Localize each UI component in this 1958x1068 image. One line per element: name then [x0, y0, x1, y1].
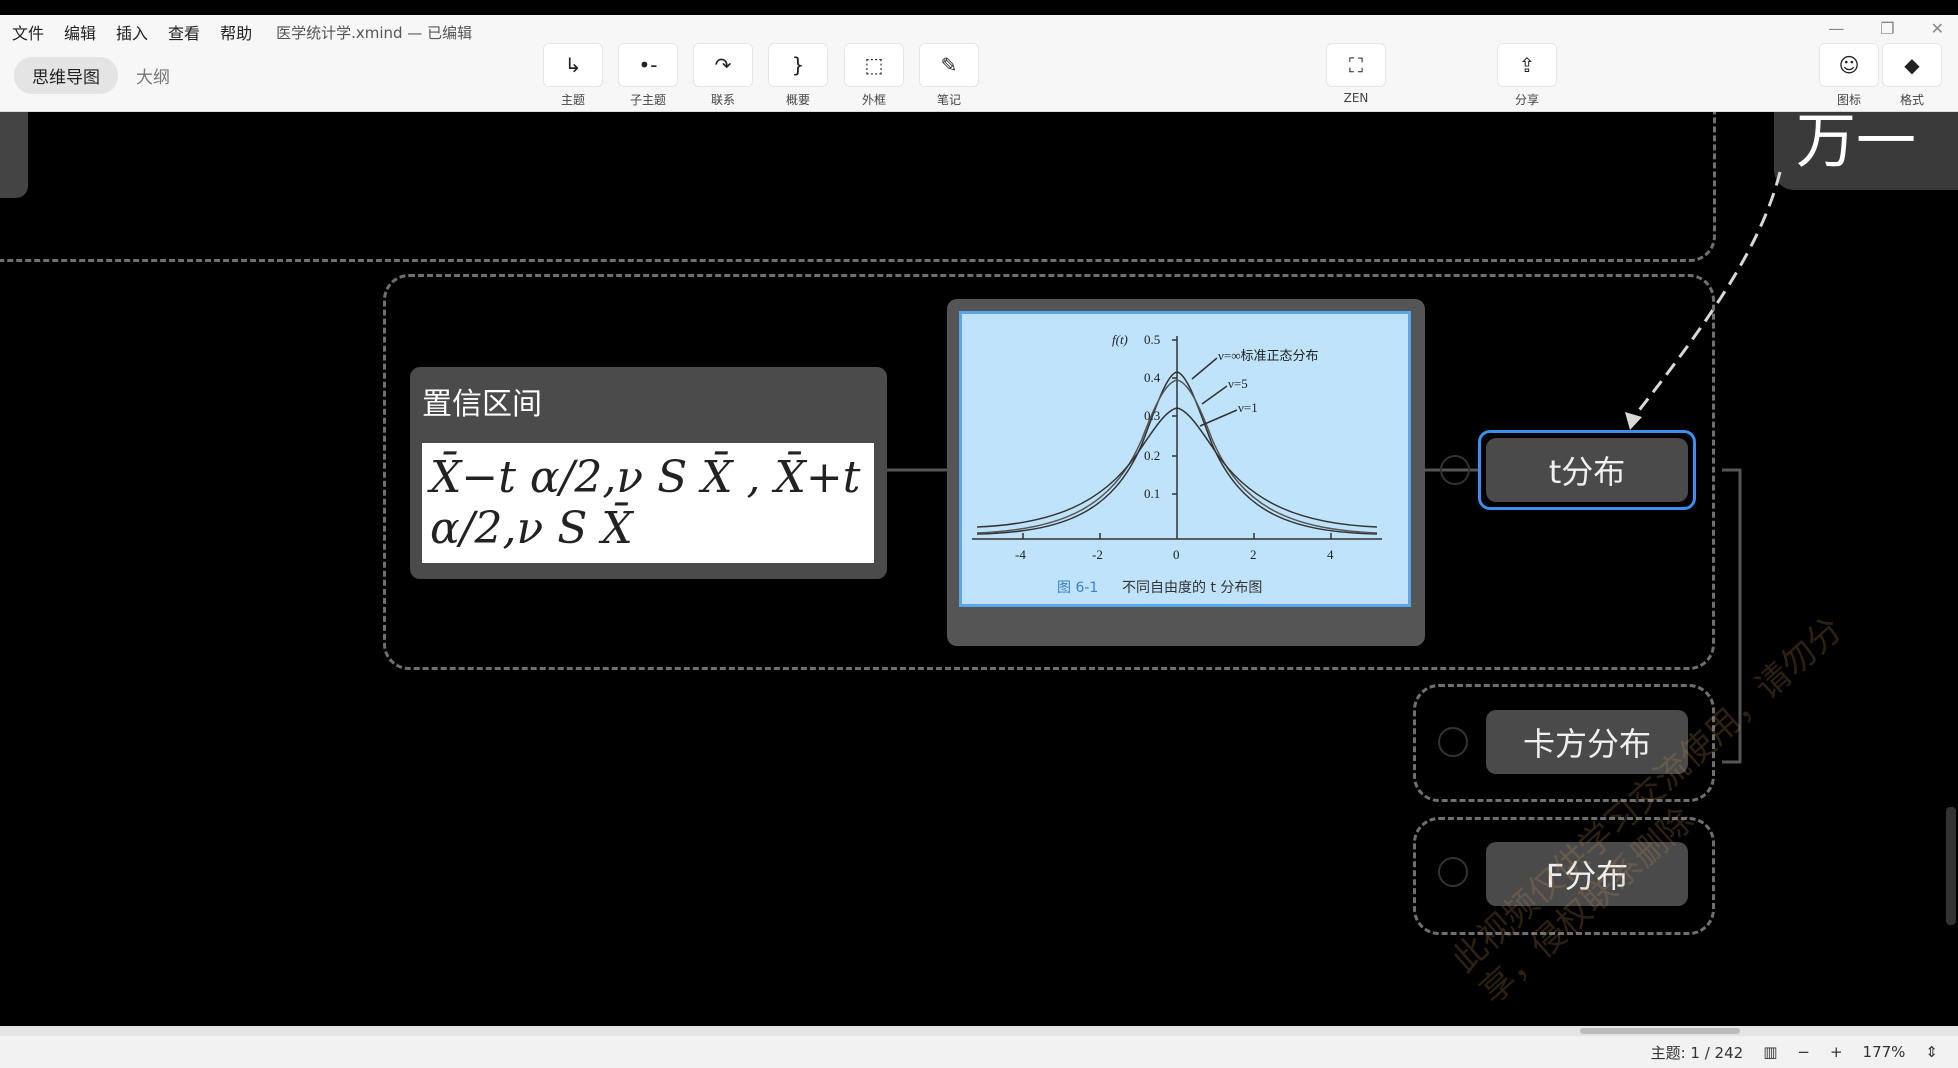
format-panel-button[interactable]: ◆ 格式: [1881, 43, 1943, 108]
view-mode-switch: 思维导图 大纲: [14, 56, 182, 94]
confidence-interval-formula: X̄−t α/2,ν S X̄ , X̄+t α/2,ν S X̄: [422, 443, 874, 563]
minimize-button[interactable]: —: [1828, 19, 1844, 38]
subtopic-icon: •-: [618, 43, 678, 87]
menu-bar: 文件 编辑 插入 查看 帮助 医学统计学.xmind — 已编辑: [12, 19, 472, 45]
zen-icon: ⛶: [1326, 43, 1386, 87]
curve-label-v1: ν=1: [1238, 400, 1258, 415]
mindmap-canvas[interactable]: 万一 置信区间 X̄−t α/2,ν S X̄ , X̄+t α/2,ν S X…: [0, 112, 1958, 1026]
x-tick: 4: [1327, 547, 1334, 562]
share-label: 分享: [1514, 93, 1539, 107]
t-distribution-figure: f(t) 0.5 0.4 0.3 0.2 0.1 -4 -2 0 2 4 ν=∞…: [959, 311, 1411, 607]
restore-button[interactable]: ❐: [1880, 19, 1894, 38]
zen-label: ZEN: [1343, 91, 1369, 105]
relationship-button[interactable]: ↷ 联系: [692, 43, 754, 108]
format-icon: ◆: [1882, 43, 1942, 87]
y-tick: 0.1: [1144, 486, 1160, 501]
zoom-out-button[interactable]: −: [1797, 1043, 1810, 1061]
topic-button[interactable]: ↳ 主题: [542, 43, 604, 108]
y-axis-label: f(t): [1112, 332, 1128, 347]
status-bar: 主题: 1 / 242 ▥ − + 177% ⇕: [0, 1036, 1958, 1068]
mindmap-mode-tab[interactable]: 思维导图: [14, 56, 118, 94]
share-icon: ⇪: [1497, 43, 1557, 87]
note-label: 笔记: [936, 93, 961, 107]
x-tick: 2: [1250, 547, 1257, 562]
map-icon[interactable]: ▥: [1763, 1043, 1777, 1061]
curve-label-v5: ν=5: [1228, 376, 1248, 391]
x-tick: -2: [1092, 547, 1103, 562]
close-button[interactable]: ✕: [1931, 19, 1944, 38]
window-controls: — ❐ ✕: [1828, 19, 1944, 38]
horizontal-scrollbar[interactable]: [0, 1026, 1958, 1036]
figure-caption-text: 不同自由度的 t 分布图: [1122, 580, 1262, 596]
subtopic-button[interactable]: •- 子主题: [617, 43, 679, 108]
share-button[interactable]: ⇪ 分享: [1496, 43, 1558, 108]
chi-square-topic[interactable]: 卡方分布: [1486, 710, 1688, 774]
topic-count: 主题: 1 / 242: [1650, 1043, 1744, 1062]
menu-view[interactable]: 查看: [168, 20, 200, 44]
topic-icon: ↳: [543, 43, 603, 87]
emoji-panel-label: 图标: [1836, 93, 1861, 107]
y-tick: 0.2: [1144, 448, 1160, 463]
t-distribution-topic[interactable]: t分布: [1486, 438, 1688, 502]
curve-label-normal: ν=∞标准正态分布: [1218, 348, 1318, 363]
document-title: 医学统计学.xmind — 已编辑: [276, 23, 473, 42]
summary-button[interactable]: } 概要: [767, 43, 829, 108]
top-strip: [0, 0, 1958, 15]
f-distribution-topic[interactable]: F分布: [1486, 842, 1688, 906]
format-panel-label: 格式: [1899, 93, 1924, 107]
emoji-panel-button[interactable]: ☺ 图标: [1818, 43, 1880, 108]
figure-caption-number: 图 6-1: [1057, 580, 1098, 596]
outline-mode-tab[interactable]: 大纲: [124, 57, 182, 94]
x-tick: -4: [1015, 547, 1026, 562]
summary-label: 概要: [785, 93, 810, 107]
menu-edit[interactable]: 编辑: [64, 20, 96, 44]
y-tick: 0.4: [1144, 370, 1161, 385]
relationship-icon: ↷: [693, 43, 753, 87]
zoom-level: 177%: [1862, 1043, 1906, 1061]
emoji-icon: ☺: [1819, 43, 1879, 87]
confidence-interval-node[interactable]: 置信区间 X̄−t α/2,ν S X̄ , X̄+t α/2,ν S X̄: [410, 367, 887, 579]
vertical-scroll-indicator[interactable]: [1946, 807, 1956, 925]
y-tick: 0.5: [1144, 332, 1160, 347]
horizontal-scroll-thumb[interactable]: [1580, 1028, 1740, 1034]
note-icon: ✎: [919, 43, 979, 87]
boundary-icon: ⬚: [844, 43, 904, 87]
menu-insert[interactable]: 插入: [116, 20, 148, 44]
summary-icon: }: [768, 43, 828, 87]
boundary-button[interactable]: ⬚ 外框: [843, 43, 905, 108]
y-tick: 0.3: [1144, 408, 1160, 423]
relationship-label: 联系: [710, 93, 735, 107]
menu-help[interactable]: 帮助: [220, 20, 252, 44]
subtopic-label: 子主题: [629, 93, 666, 107]
t-distribution-graph: f(t) 0.5 0.4 0.3 0.2 0.1 -4 -2 0 2 4 ν=∞…: [972, 332, 1382, 596]
topic-label: 主题: [560, 93, 585, 107]
confidence-interval-title: 置信区间: [422, 387, 542, 422]
zoom-stepper-icon[interactable]: ⇕: [1925, 1043, 1938, 1061]
zoom-in-button[interactable]: +: [1830, 1043, 1843, 1061]
app-chrome: 文件 编辑 插入 查看 帮助 医学统计学.xmind — 已编辑 — ❐ ✕ 思…: [0, 15, 1958, 112]
note-button[interactable]: ✎ 笔记: [918, 43, 980, 108]
boundary-label: 外框: [861, 93, 886, 107]
x-tick: 0: [1173, 547, 1180, 562]
zen-button[interactable]: ⛶ ZEN: [1325, 43, 1387, 105]
t-distribution-image-node[interactable]: f(t) 0.5 0.4 0.3 0.2 0.1 -4 -2 0 2 4 ν=∞…: [947, 299, 1425, 646]
menu-file[interactable]: 文件: [12, 20, 44, 44]
